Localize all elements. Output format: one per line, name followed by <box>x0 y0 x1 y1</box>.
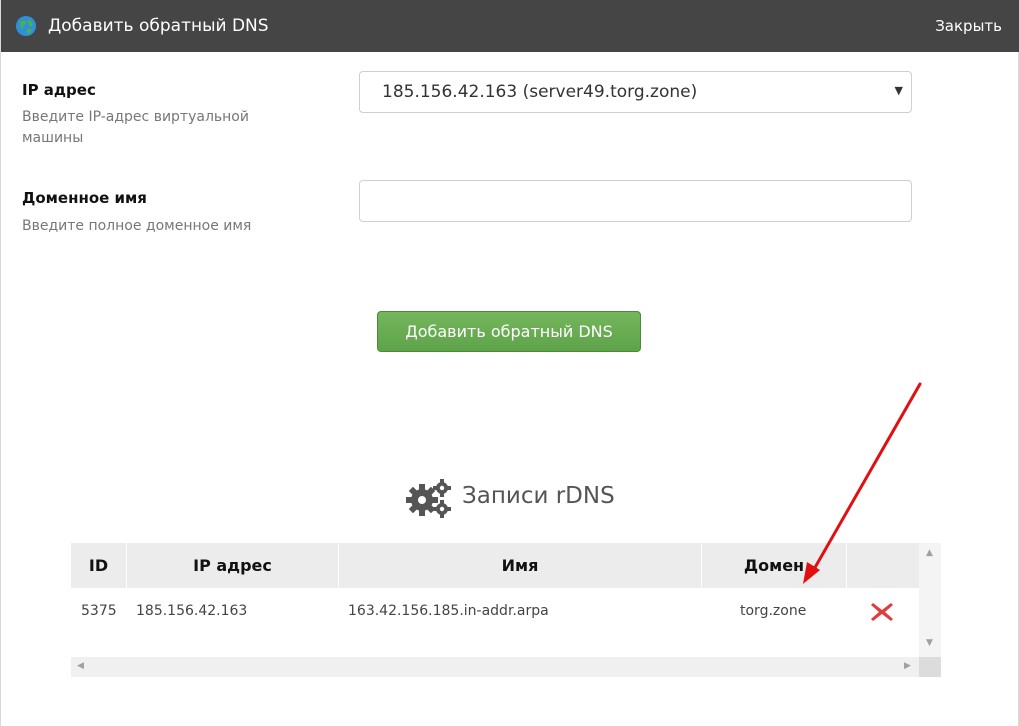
close-button[interactable]: Закрыть <box>935 16 1002 36</box>
table-row: 5375 185.156.42.163 163.42.156.185.in-ad… <box>71 588 919 634</box>
row-name: 163.42.156.185.in-addr.arpa <box>348 603 549 619</box>
column-header-domain: Домен <box>702 543 847 588</box>
add-reverse-dns-dialog: Добавить обратный DNS Закрыть IP адрес В… <box>0 0 1019 726</box>
ip-address-select[interactable]: 185.156.42.163 (server49.torg.zone) ▼ <box>359 71 912 113</box>
gears-icon <box>406 479 451 518</box>
domain-name-label: Доменное имя <box>22 189 147 207</box>
scroll-down-icon[interactable]: ▼ <box>926 638 933 648</box>
table-header: ID IP адрес Имя Домен <box>71 543 919 588</box>
column-header-name: Имя <box>339 543 702 588</box>
domain-name-hint: Введите полное доменное имя <box>22 218 252 234</box>
scrollbar-corner <box>919 657 941 677</box>
horizontal-scrollbar[interactable]: ◀ ▶ <box>71 657 919 677</box>
ip-address-label: IP адрес <box>22 81 96 99</box>
ip-address-hint: Введите IP-адрес виртуальной машины <box>22 109 249 146</box>
delete-icon[interactable] <box>869 600 895 624</box>
row-ip: 185.156.42.163 <box>136 603 248 619</box>
rdns-records-title: Записи rDNS <box>462 483 615 509</box>
add-reverse-dns-button[interactable]: Добавить обратный DNS <box>377 311 641 352</box>
scroll-right-icon[interactable]: ▶ <box>904 661 911 671</box>
chevron-down-icon: ▼ <box>894 84 903 97</box>
ip-address-selected-value: 185.156.42.163 (server49.torg.zone) <box>382 82 698 102</box>
dialog-title: Добавить обратный DNS <box>48 16 269 36</box>
scroll-left-icon[interactable]: ◀ <box>77 661 84 671</box>
scroll-up-icon[interactable]: ▲ <box>926 548 933 558</box>
domain-name-input[interactable] <box>359 180 912 222</box>
row-id: 5375 <box>81 603 117 619</box>
column-header-actions <box>847 543 919 588</box>
dialog-titlebar: Добавить обратный DNS Закрыть <box>1 0 1019 52</box>
rdns-records-table: ID IP адрес Имя Домен 5375 185.156.42.16… <box>71 543 941 677</box>
row-domain: torg.zone <box>740 603 807 619</box>
column-header-ip: IP адрес <box>127 543 339 588</box>
column-header-id: ID <box>71 543 127 588</box>
vertical-scrollbar[interactable]: ▲ ▼ <box>919 543 941 657</box>
globe-icon <box>16 16 36 36</box>
